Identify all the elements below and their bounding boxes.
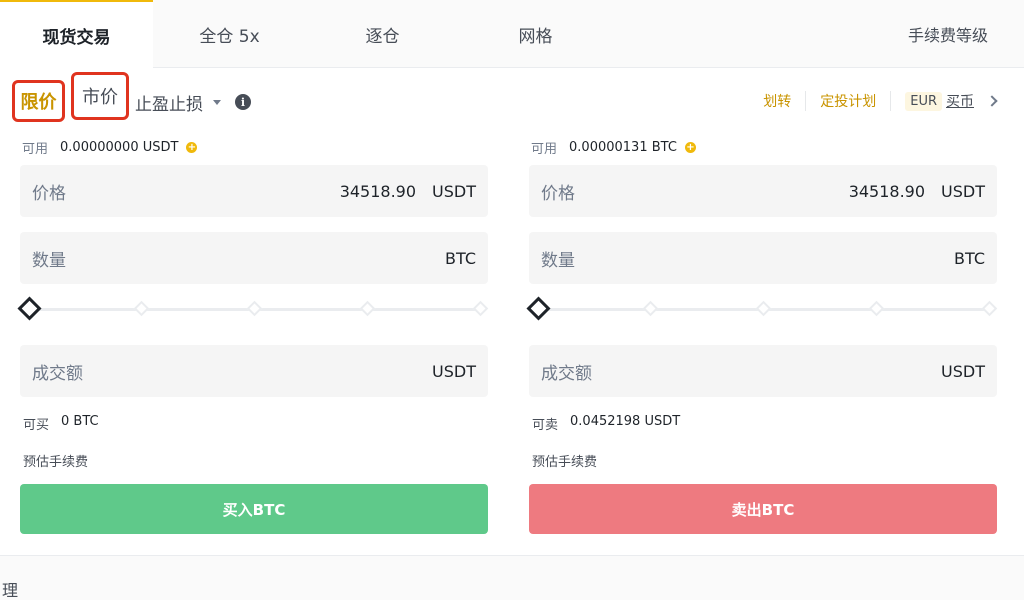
max-buy: 可买 0 BTC: [23, 414, 99, 433]
order-type-market[interactable]: 市价: [71, 72, 129, 120]
amount-slider[interactable]: [526, 295, 998, 323]
slider-tick-25[interactable]: [133, 300, 150, 317]
max-buy-value: 0 BTC: [61, 414, 99, 429]
amount-label: 数量: [541, 250, 575, 271]
chevron-right-icon[interactable]: [986, 95, 998, 107]
total-unit: USDT: [941, 361, 985, 381]
fee-label: 预估手续费: [532, 455, 598, 470]
trade-mode-tabs: 现货交易 全仓 5x 逐仓 网格 手续费等级: [0, 0, 1024, 69]
tab-isolated-margin[interactable]: 逐仓: [306, 0, 459, 68]
available-label: 可用: [22, 142, 49, 157]
slider-diamond-icon[interactable]: [526, 296, 551, 321]
total-input[interactable]: 成交额 USDT: [529, 345, 997, 397]
amount-unit: BTC: [445, 248, 476, 268]
slider-tick-100[interactable]: [981, 300, 998, 317]
buy-crypto-link[interactable]: 买币: [946, 91, 974, 111]
available-value: 0.00000000 USDT: [60, 140, 179, 155]
max-sell: 可卖 0.0452198 USDT: [532, 414, 680, 433]
amount-label: 数量: [32, 250, 66, 271]
slider-tick-50[interactable]: [755, 300, 772, 317]
caret-down-icon[interactable]: [213, 100, 221, 105]
fee-label: 预估手续费: [23, 455, 89, 470]
amount-unit: BTC: [954, 248, 985, 268]
tab-cross-margin[interactable]: 全仓 5x: [153, 0, 306, 68]
amount-input[interactable]: 数量 BTC: [20, 232, 488, 284]
order-type-limit[interactable]: 限价: [12, 80, 65, 122]
available-label: 可用: [531, 142, 558, 157]
estimated-fee: 预估手续费: [23, 451, 88, 470]
divider: [890, 91, 892, 111]
max-sell-label: 可卖: [532, 418, 559, 433]
price-value[interactable]: 34518.90: [849, 182, 925, 201]
bottom-section: [0, 556, 1024, 600]
buy-button[interactable]: 买入BTC: [20, 484, 488, 534]
max-sell-value: 0.0452198 USDT: [570, 414, 681, 429]
available-balance: 可用 0.00000131 BTC +: [531, 138, 696, 157]
available-balance: 可用 0.00000000 USDT +: [22, 138, 198, 157]
slider-tick-25[interactable]: [642, 300, 659, 317]
top-links: 划转 定投计划 EUR 买币: [763, 90, 998, 112]
slider-tick-75[interactable]: [868, 300, 885, 317]
plus-circle-icon[interactable]: +: [684, 142, 696, 153]
fee-tier-link[interactable]: 手续费等级: [908, 0, 988, 68]
bottom-section-title: 理: [2, 581, 19, 600]
slider-diamond-icon[interactable]: [17, 296, 42, 321]
sell-button[interactable]: 卖出BTC: [529, 484, 997, 534]
slider-tick-100[interactable]: [472, 300, 489, 317]
price-input[interactable]: 价格 34518.90 USDT: [529, 165, 997, 217]
transfer-link[interactable]: 划转: [763, 91, 791, 111]
recurring-plan-link[interactable]: 定投计划: [820, 91, 876, 111]
order-type-stop-limit[interactable]: 止盈止损: [135, 90, 203, 115]
amount-slider[interactable]: [17, 295, 489, 323]
order-type-row: 限价 市价 止盈止损 i 划转 定投计划 EUR 买币: [0, 72, 1024, 126]
total-input[interactable]: 成交额 USDT: [20, 345, 488, 397]
slider-tick-75[interactable]: [359, 300, 376, 317]
max-buy-label: 可买: [23, 418, 50, 433]
price-value[interactable]: 34518.90: [340, 182, 416, 201]
divider: [805, 91, 807, 111]
price-unit: USDT: [941, 181, 985, 201]
total-label: 成交额: [541, 363, 592, 384]
info-icon[interactable]: i: [235, 94, 251, 110]
tab-grid[interactable]: 网格: [459, 0, 612, 68]
currency-badge: EUR: [905, 91, 942, 111]
price-label: 价格: [541, 183, 575, 204]
total-label: 成交额: [32, 363, 83, 384]
price-label: 价格: [32, 183, 66, 204]
plus-circle-icon[interactable]: +: [186, 142, 198, 153]
price-input[interactable]: 价格 34518.90 USDT: [20, 165, 488, 217]
tab-spot[interactable]: 现货交易: [0, 0, 153, 69]
estimated-fee: 预估手续费: [532, 451, 597, 470]
total-unit: USDT: [432, 361, 476, 381]
slider-tick-50[interactable]: [246, 300, 263, 317]
price-unit: USDT: [432, 181, 476, 201]
amount-input[interactable]: 数量 BTC: [529, 232, 997, 284]
available-value: 0.00000131 BTC: [569, 140, 677, 155]
